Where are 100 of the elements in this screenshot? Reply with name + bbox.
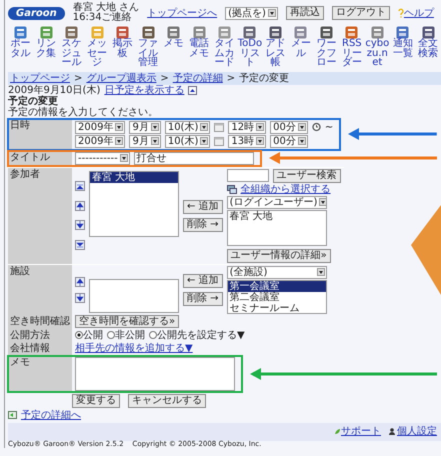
radio-label[interactable]: 公開	[83, 330, 103, 340]
date-select[interactable]: 2009年	[75, 120, 126, 134]
user-details-button[interactable]: ユーザー情報の詳細»	[226, 248, 331, 262]
date-select[interactable]: 10(木)	[164, 134, 210, 148]
toolbar-link[interactable]: 通知一覧	[390, 39, 416, 58]
date-select[interactable]: 2009年	[75, 134, 126, 148]
candidate-list[interactable]: 春宮 大地	[226, 210, 327, 246]
app-tile-icon[interactable]	[192, 26, 206, 39]
check-availability-button[interactable]: 空き時間を確認する»	[75, 314, 180, 328]
memo-textarea[interactable]	[75, 356, 235, 390]
toolbar-link[interactable]: メモ	[160, 39, 186, 48]
toolbar-link[interactable]: メッセージ	[84, 39, 110, 68]
user-search-field[interactable]	[226, 168, 269, 182]
toolbar-link[interactable]: 電話メモ	[186, 39, 212, 58]
app-tile-icon[interactable]	[167, 26, 180, 39]
date-select[interactable]: 00分	[270, 134, 308, 148]
app-tile-icon[interactable]	[116, 26, 130, 39]
move-down-button[interactable]	[75, 292, 85, 302]
form-button[interactable]: 変更する	[72, 394, 120, 408]
clock-icon[interactable]	[312, 122, 321, 132]
date-select[interactable]: 13時	[228, 134, 266, 148]
app-tile-icon[interactable]	[218, 26, 231, 39]
footer-link[interactable]: 個人設定	[397, 426, 437, 437]
move-up-button[interactable]	[75, 200, 85, 211]
toolbar-link[interactable]: リンク集	[33, 39, 59, 58]
group-select[interactable]: (全施設)	[226, 266, 327, 278]
calendar-icon[interactable]	[214, 122, 224, 132]
add-button[interactable]: ← 追加	[183, 274, 223, 288]
move-up-button[interactable]	[75, 276, 85, 286]
radio-button[interactable]	[75, 331, 83, 339]
date-select[interactable]: 9月	[129, 134, 161, 148]
user-search-button[interactable]: ユーザー検索	[272, 168, 341, 182]
app-tile-icon[interactable]	[243, 26, 256, 39]
back-icon[interactable]	[8, 411, 17, 419]
date-select[interactable]: 10(木)	[164, 120, 210, 134]
app-tile-icon[interactable]	[422, 26, 435, 39]
app-tile-icon[interactable]	[90, 26, 104, 39]
breadcrumb-link[interactable]: 予定の詳細	[172, 72, 223, 84]
candidate-list[interactable]: 第一会議室 第二会議室 セミナールーム	[226, 280, 327, 314]
list-option[interactable]: 第一会議室	[228, 280, 326, 292]
app-tile-icon[interactable]	[370, 26, 384, 39]
toolbar-link[interactable]: ToDoリスト	[237, 39, 263, 68]
help-link[interactable]: ヘルプ	[404, 8, 434, 18]
radio-button[interactable]	[107, 331, 115, 339]
date-select[interactable]: 9月	[129, 120, 161, 134]
toolbar-link[interactable]: ポータル	[8, 39, 34, 58]
app-tile-icon[interactable]	[345, 26, 358, 39]
toolbar-link[interactable]: 全文検索	[416, 39, 441, 58]
title-menu-select[interactable]: -----------	[75, 152, 130, 164]
group-select[interactable]: (ログインユーザー)	[226, 196, 327, 208]
app-tile-icon[interactable]	[65, 26, 78, 39]
app-tile-icon[interactable]	[294, 26, 308, 39]
header-button[interactable]: 再読込	[286, 6, 324, 20]
list-option[interactable]: 第二会議室	[228, 292, 326, 302]
app-tile-icon[interactable]	[268, 26, 282, 39]
top-page-link[interactable]: トップページへ	[147, 8, 218, 18]
app-tile-icon[interactable]	[320, 26, 333, 39]
day-view-link[interactable]: 日予定を表示する	[104, 84, 184, 96]
app-tile-icon[interactable]	[40, 26, 53, 39]
app-tile-icon[interactable]	[396, 26, 410, 39]
list-option[interactable]: 春宮 大地	[228, 210, 326, 222]
schedule-details-link[interactable]: 予定の詳細へ	[21, 410, 81, 420]
title-input[interactable]: 打合せ	[134, 152, 254, 164]
radio-button[interactable]	[149, 331, 157, 339]
date-select[interactable]: 12時	[228, 120, 266, 134]
add-button[interactable]: ← 追加	[183, 200, 223, 214]
list-option[interactable]: 春宮 大地	[90, 172, 178, 182]
location-select[interactable]: (拠点を)	[225, 6, 278, 20]
breadcrumb-link[interactable]: トップページ	[10, 72, 70, 84]
toolbar-link[interactable]: スケジュール	[58, 39, 84, 68]
date-select[interactable]: 00分	[270, 120, 308, 134]
move-top-button[interactable]	[75, 181, 85, 192]
select-from-all-link[interactable]: 全組織から選択する	[240, 184, 331, 194]
person-icon[interactable]	[389, 428, 397, 435]
expand-icon[interactable]	[188, 86, 198, 94]
radio-label[interactable]: 非公開	[115, 330, 145, 340]
breadcrumb-link[interactable]: グループ週表示	[86, 72, 156, 84]
organization-icon[interactable]	[226, 184, 237, 194]
help-icon	[398, 8, 404, 18]
move-bottom-button[interactable]	[75, 240, 85, 250]
calendar-icon[interactable]	[214, 136, 224, 146]
toolbar-link[interactable]: タイムカード	[212, 39, 238, 68]
toolbar-link[interactable]: メール	[288, 39, 314, 58]
app-tile-icon[interactable]	[14, 26, 28, 39]
remove-button[interactable]: 削除 →	[183, 218, 223, 232]
radio-label[interactable]: 公開先を設定する▼	[157, 330, 245, 340]
toolbar-link[interactable]: 掲示板	[110, 39, 136, 58]
app-tile-icon[interactable]	[142, 26, 155, 39]
form-button[interactable]: キャンセルする	[128, 394, 206, 408]
toolbar-link[interactable]: アドレス帳	[262, 39, 288, 68]
list-option[interactable]: セミナールーム	[228, 302, 326, 314]
toolbar-link[interactable]: cybozu.net	[364, 39, 390, 68]
toolbar-link[interactable]: ファイル管理	[135, 39, 161, 68]
toolbar-link[interactable]: RSSリーダー	[339, 39, 365, 68]
move-down-button[interactable]	[75, 220, 85, 230]
remove-button[interactable]: 削除 →	[183, 292, 223, 306]
footer-link[interactable]: サポート	[341, 426, 381, 437]
toolbar-link[interactable]: ワークフロー	[314, 39, 340, 68]
selected-list[interactable]: 春宮 大地	[89, 170, 179, 236]
header-button[interactable]: ログアウト	[332, 6, 390, 20]
